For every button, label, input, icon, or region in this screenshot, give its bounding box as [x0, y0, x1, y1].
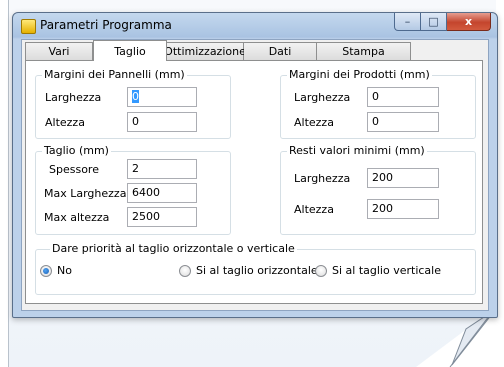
group-title: Margini dei Prodotti (mm) [287, 68, 432, 81]
paper-edge [8, 0, 9, 367]
max-altezza-field[interactable]: 2500 [127, 207, 197, 227]
larghezza-label: Larghezza [294, 172, 351, 185]
larghezza-label: Larghezza [294, 91, 351, 104]
tab-vari[interactable]: Vari [25, 42, 93, 60]
group-taglio: Taglio (mm) Spessore 2 Max Larghezza 640… [35, 144, 231, 235]
group-margini-pannelli: Margini dei Pannelli (mm) Larghezza 0 Al… [35, 68, 231, 139]
radio-button-icon [179, 265, 191, 277]
group-title: Resti valori minimi (mm) [287, 144, 427, 157]
close-icon: x [464, 15, 473, 28]
window-client: Vari Taglio Ottimizzazione Dati Stampa M… [21, 39, 489, 311]
title-bar[interactable]: Parametri Programma – □ x [13, 13, 497, 39]
prodotti-altezza-field[interactable]: 0 [367, 112, 439, 132]
group-title: Taglio (mm) [42, 144, 111, 157]
group-title: Margini dei Pannelli (mm) [42, 68, 187, 81]
window-title: Parametri Programma [40, 18, 172, 32]
spessore-field[interactable]: 2 [127, 159, 197, 179]
app-icon [21, 19, 36, 34]
minimize-icon: – [404, 15, 411, 28]
max-altezza-label: Max altezza [44, 211, 110, 224]
radio-label: Si al taglio orizzontale [196, 264, 318, 277]
close-button[interactable]: x [447, 13, 491, 31]
tab-stampa[interactable]: Stampa [317, 42, 411, 60]
tab-panel-taglio: Margini dei Pannelli (mm) Larghezza 0 Al… [25, 60, 483, 304]
radio-si-orizzontale[interactable]: Si al taglio orizzontale [179, 264, 329, 280]
window-controls: – □ x [394, 13, 491, 32]
spessore-label: Spessore [49, 163, 99, 176]
pannelli-altezza-field[interactable]: 0 [127, 112, 197, 132]
prodotti-larghezza-field[interactable]: 0 [367, 87, 439, 107]
altezza-label: Altezza [294, 203, 334, 216]
group-title: Dare priorità al taglio orizzontale o ve… [50, 242, 297, 255]
radio-button-icon [315, 265, 327, 277]
altezza-label: Altezza [294, 116, 334, 129]
max-larghezza-field[interactable]: 6400 [127, 183, 197, 203]
minimize-button[interactable]: – [394, 13, 421, 31]
radio-si-verticale[interactable]: Si al taglio verticale [315, 264, 465, 280]
group-resti-valori: Resti valori minimi (mm) Larghezza 200 A… [280, 144, 476, 235]
maximize-icon: □ [428, 15, 439, 28]
resti-altezza-field[interactable]: 200 [367, 199, 439, 219]
maximize-button[interactable]: □ [421, 13, 447, 31]
parametri-window: Parametri Programma – □ x Vari Taglio Ot… [12, 12, 498, 318]
tab-dati[interactable]: Dati [244, 42, 317, 60]
larghezza-label: Larghezza [45, 91, 102, 104]
tab-ottimizzazione[interactable]: Ottimizzazione [164, 42, 246, 60]
group-priorita-taglio: Dare priorità al taglio orizzontale o ve… [35, 242, 476, 295]
radio-label: No [57, 264, 72, 277]
max-larghezza-label: Max Larghezza [44, 187, 127, 200]
group-margini-prodotti: Margini dei Prodotti (mm) Larghezza 0 Al… [280, 68, 476, 139]
tab-strip: Vari Taglio Ottimizzazione Dati Stampa [25, 40, 411, 61]
radio-no[interactable]: No [40, 264, 100, 280]
radio-button-icon [40, 265, 52, 277]
pannelli-larghezza-field[interactable]: 0 [127, 87, 197, 107]
radio-label: Si al taglio verticale [332, 264, 441, 277]
tab-taglio[interactable]: Taglio [93, 40, 167, 61]
resti-larghezza-field[interactable]: 200 [367, 168, 439, 188]
altezza-label: Altezza [45, 116, 85, 129]
